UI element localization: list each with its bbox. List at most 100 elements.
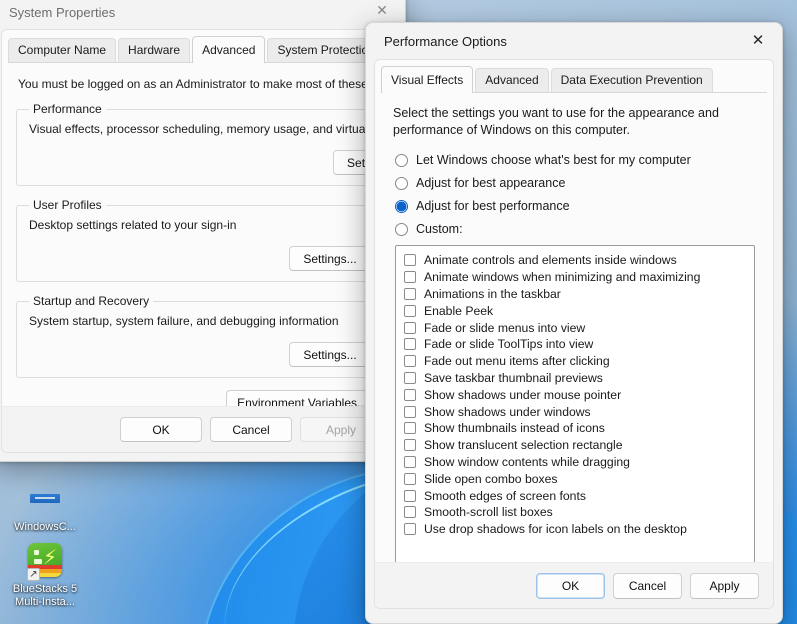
effect-checkbox-row[interactable]: Animate controls and elements inside win… [401,252,749,269]
performance-group: Performance Visual effects, processor sc… [16,102,406,186]
system-properties-body: Computer Name Hardware Advanced System P… [1,29,405,453]
performance-options-dialog[interactable]: Performance Options ✕ Visual Effects Adv… [365,22,783,624]
performance-group-description: Visual effects, processor scheduling, me… [29,122,406,136]
radio-label: Custom: [416,222,463,236]
checkbox-icon[interactable] [404,489,416,502]
radio-label: Let Windows choose what's best for my co… [416,153,691,167]
performance-options-body: Visual Effects Advanced Data Execution P… [374,59,774,609]
performance-group-legend: Performance [33,102,102,116]
tab-advanced[interactable]: Advanced [475,68,549,92]
effect-checkbox-row[interactable]: Slide open combo boxes [401,470,749,487]
visual-effects-listbox[interactable]: Animate controls and elements inside win… [395,245,755,590]
performance-options-tabstrip: Visual Effects Advanced Data Execution P… [381,66,767,93]
startup-recovery-settings-button[interactable]: Settings... [289,342,371,367]
performance-options-apply-button[interactable]: Apply [690,572,759,599]
effect-checkbox-row[interactable]: Show window contents while dragging [401,454,749,471]
effect-checkbox-label: Fade or slide menus into view [424,320,586,335]
desktop-icon-bluestacks-multi-instance[interactable]: ⚡ ↗ BlueStacks 5 Multi-Insta... [6,540,84,609]
effect-checkbox-row[interactable]: Fade out menu items after clicking [401,353,749,370]
checkbox-icon[interactable] [404,338,416,351]
desktop-icon-label: WindowsC... [14,521,76,533]
checkbox-icon[interactable] [404,371,416,384]
radio-custom[interactable]: Custom: [395,222,757,236]
tab-visual-effects[interactable]: Visual Effects [381,66,474,93]
effect-checkbox-label: Fade out menu items after clicking [424,354,610,369]
effect-checkbox-label: Show shadows under mouse pointer [424,387,622,402]
visual-effects-pane: Select the settings you want to use for … [375,93,773,590]
user-profiles-group-legend: User Profiles [33,198,102,212]
system-properties-titlebar[interactable]: System Properties ✕ [0,0,405,29]
checkbox-icon[interactable] [404,439,416,452]
checkbox-icon[interactable] [404,287,416,300]
effect-checkbox-label: Animate controls and elements inside win… [424,253,677,268]
effect-checkbox-row[interactable]: Use drop shadows for icon labels on the … [401,521,749,538]
effect-checkbox-label: Animate windows when minimizing and maxi… [424,270,701,285]
effect-checkbox-row[interactable]: Fade or slide menus into view [401,319,749,336]
close-icon[interactable]: ✕ [736,25,780,55]
performance-options-titlebar[interactable]: Performance Options ✕ [366,23,782,59]
radio-icon[interactable] [395,176,408,190]
radio-label: Adjust for best performance [416,199,570,213]
checkbox-icon[interactable] [404,472,416,485]
effect-checkbox-row[interactable]: Fade or slide ToolTips into view [401,336,749,353]
checkbox-icon[interactable] [404,271,416,284]
performance-options-footer: OK Cancel Apply [375,562,773,608]
effect-checkbox-label: Show translucent selection rectangle [424,438,623,453]
checkbox-icon[interactable] [404,523,416,536]
startup-recovery-group-description: System startup, system failure, and debu… [29,314,339,328]
system-properties-tabstrip: Computer Name Hardware Advanced System P… [8,36,405,63]
performance-options-title: Performance Options [384,33,507,49]
radio-label: Adjust for best appearance [416,176,566,190]
tab-advanced[interactable]: Advanced [192,36,266,63]
effect-checkbox-row[interactable]: Animate windows when minimizing and maxi… [401,269,749,286]
startup-recovery-group-legend: Startup and Recovery [33,294,150,308]
effect-checkbox-row[interactable]: Show shadows under windows [401,403,749,420]
startup-recovery-group: Startup and Recovery System startup, sys… [16,294,382,378]
checkbox-icon[interactable] [404,388,416,401]
desktop-icon-windows-c-shortcut[interactable]: WindowsC... [6,478,84,534]
effect-checkbox-label: Enable Peek [424,303,494,318]
checkbox-icon[interactable] [404,422,416,435]
bluestacks-icon: ⚡ ↗ [27,540,62,581]
radio-icon[interactable] [395,153,408,167]
radio-icon-selected[interactable] [395,199,408,213]
system-properties-title: System Properties [9,4,116,20]
radio-let-windows-choose[interactable]: Let Windows choose what's best for my co… [395,153,757,167]
effect-checkbox-label: Animations in the taskbar [424,286,561,301]
checkbox-icon[interactable] [404,304,416,317]
effect-checkbox-label: Save taskbar thumbnail previews [424,370,603,385]
checkbox-icon[interactable] [404,506,416,519]
effect-checkbox-row[interactable]: Animations in the taskbar [401,286,749,303]
performance-options-ok-button[interactable]: OK [536,572,605,599]
shortcut-arrow-icon: ↗ [27,568,40,581]
radio-icon[interactable] [395,222,408,236]
desktop-icon-label: BlueStacks 5 Multi-Insta... [12,583,78,608]
user-profiles-settings-button[interactable]: Settings... [289,246,371,271]
user-profiles-group-description: Desktop settings related to your sign-in [29,218,237,232]
checkbox-icon[interactable] [404,405,416,418]
tab-computer-name[interactable]: Computer Name [8,38,117,62]
effect-checkbox-row[interactable]: Show shadows under mouse pointer [401,386,749,403]
system-properties-ok-button[interactable]: OK [120,417,202,442]
text-file-icon [30,478,60,518]
checkbox-icon[interactable] [404,455,416,468]
system-properties-footer: OK Cancel Apply [2,406,396,452]
checkbox-icon[interactable] [404,355,416,368]
system-properties-window[interactable]: System Properties ✕ Computer Name Hardwa… [0,0,406,462]
tab-data-execution-prevention[interactable]: Data Execution Prevention [550,68,713,92]
effect-checkbox-label: Use drop shadows for icon labels on the … [424,522,687,537]
tab-hardware[interactable]: Hardware [118,38,191,62]
effect-checkbox-row[interactable]: Save taskbar thumbnail previews [401,370,749,387]
effect-checkbox-row[interactable]: Smooth-scroll list boxes [401,504,749,521]
effect-checkbox-row[interactable]: Smooth edges of screen fonts [401,487,749,504]
effect-checkbox-row[interactable]: Enable Peek [401,302,749,319]
radio-adjust-best-appearance[interactable]: Adjust for best appearance [395,176,757,190]
effect-checkbox-row[interactable]: Show thumbnails instead of icons [401,420,749,437]
effect-checkbox-row[interactable]: Show translucent selection rectangle [401,437,749,454]
system-properties-cancel-button[interactable]: Cancel [210,417,292,442]
radio-adjust-best-performance[interactable]: Adjust for best performance [395,199,757,213]
effect-checkbox-label: Show thumbnails instead of icons [424,421,605,436]
performance-options-cancel-button[interactable]: Cancel [613,572,682,599]
checkbox-icon[interactable] [404,254,416,267]
checkbox-icon[interactable] [404,321,416,334]
